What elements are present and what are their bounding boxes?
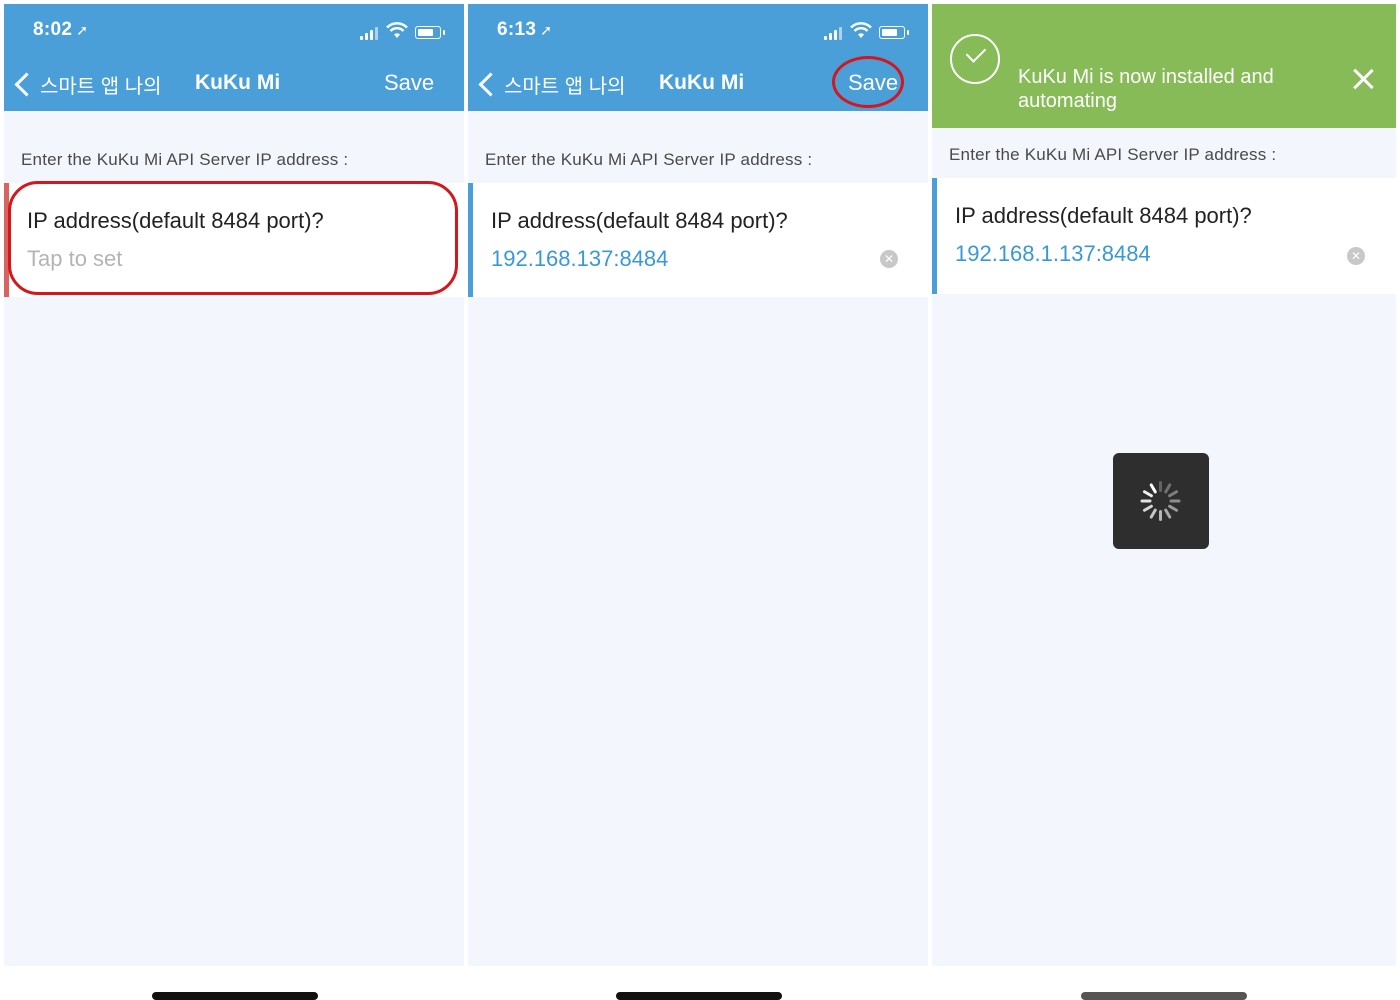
home-indicator [616,992,782,1000]
home-indicator [152,992,318,1000]
chevron-left-icon [14,71,39,97]
page-title: KuKu Mi [195,71,281,94]
save-button[interactable]: Save [384,70,434,96]
spinner-spoke [1142,489,1154,498]
status-time: 6:13 ➚ [497,19,553,40]
back-button[interactable]: 스마트 앱 나의 [12,68,162,100]
field-label: IP address(default 8484 port)? [955,203,1252,228]
battery-icon [415,26,445,39]
banner-message: KuKu Mi is now installed and automating [1018,66,1274,112]
spinner-spoke [1149,482,1158,494]
back-label: 스마트 앱 나의 [504,75,626,98]
clear-icon[interactable]: ✕ [880,250,898,268]
wifi-icon [386,22,408,38]
highlight-annotation [8,181,458,295]
home-indicator [1081,992,1247,1000]
spinner-icon [1140,481,1181,521]
close-icon[interactable] [1352,68,1374,90]
battery-icon [879,26,909,39]
spinner-spoke [1140,499,1152,503]
clear-icon[interactable]: ✕ [1347,247,1365,265]
ip-prompt: Enter the KuKu Mi API Server IP address … [485,150,813,169]
highlight-annotation [832,56,904,108]
spinner-spoke [1167,489,1179,498]
spinner-spoke [1159,481,1162,492]
status-icons [360,22,450,42]
location-icon: ➚ [76,22,89,38]
ip-address-field[interactable]: IP address(default 8484 port)? 192.168.1… [468,183,928,297]
field-label: IP address(default 8484 port)? [491,208,788,233]
spinner-spoke [1149,508,1158,520]
back-label: 스마트 앱 나의 [40,75,162,98]
field-active-bar [932,178,937,294]
screen-2: 6:13 ➚ 스마트 앱 나의 KuKu Mi Save Enter the Ku… [468,4,928,966]
status-time: 8:02 ➚ [33,19,89,40]
screen-1: 8:02 ➚ 스마트 앱 나의 KuKu Mi Save Enter the Ku… [4,4,464,966]
success-banner: KuKu Mi is now installed and automating [932,4,1396,128]
wifi-icon [850,22,872,38]
spinner-spoke [1167,504,1179,513]
ip-prompt: Enter the KuKu Mi API Server IP address … [949,145,1277,164]
chevron-left-icon [478,71,503,97]
checkmark-icon [950,34,1000,84]
status-icons [824,22,914,42]
ip-address-field[interactable]: IP address(default 8484 port)? 192.168.1… [932,178,1396,294]
page-title: KuKu Mi [659,71,745,94]
ip-prompt: Enter the KuKu Mi API Server IP address … [21,150,349,169]
signal-icon [824,26,844,40]
field-value: 192.168.137:8484 [491,246,669,271]
location-icon: ➚ [540,22,553,38]
spinner-spoke [1169,499,1181,503]
screen-3: KuKu Mi is now installed and automating … [932,4,1396,966]
spinner-spoke [1163,508,1172,520]
nav-bar: 6:13 ➚ 스마트 앱 나의 KuKu Mi Save [468,4,928,111]
back-button[interactable]: 스마트 앱 나의 [476,68,626,100]
field-active-bar [468,183,473,297]
spinner-spoke [1159,510,1162,521]
field-value: 192.168.1.137:8484 [955,241,1151,266]
loading-overlay [1113,453,1209,549]
nav-bar: 8:02 ➚ 스마트 앱 나의 KuKu Mi Save [4,4,464,111]
signal-icon [360,26,380,40]
